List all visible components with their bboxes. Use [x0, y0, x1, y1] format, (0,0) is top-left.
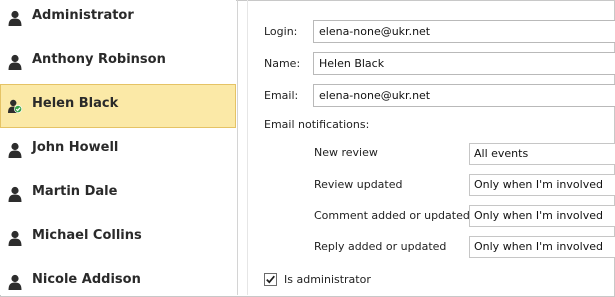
email-field[interactable] [313, 84, 615, 107]
is-administrator-label: Is administrator [284, 273, 371, 286]
email-label: Email: [264, 89, 299, 102]
notification-label-reply-added: Reply added or updated [314, 240, 447, 253]
is-administrator-checkbox[interactable] [264, 273, 277, 286]
user-list: Administrator Anthony Robinson Helen Bla… [0, 0, 236, 295]
notification-label-new-review: New review [314, 146, 378, 159]
user-icon [8, 186, 22, 202]
panel-divider [237, 0, 238, 295]
user-name: Administrator [32, 8, 134, 23]
user-list-item-helen-black[interactable]: Helen Black [0, 84, 236, 128]
user-check-icon [8, 99, 22, 114]
user-name: Anthony Robinson [32, 52, 166, 67]
notification-label-review-updated: Review updated [314, 178, 403, 191]
notification-select-comment-added[interactable]: Only when I'm involved [469, 205, 615, 227]
user-list-item-john-howell[interactable]: John Howell [0, 128, 236, 172]
user-name: Michael Collins [32, 228, 142, 243]
user-name: Helen Black [32, 96, 119, 111]
user-icon [8, 142, 22, 158]
login-field[interactable] [313, 20, 615, 43]
user-name: Martin Dale [32, 184, 118, 199]
user-icon [8, 230, 22, 246]
notification-select-review-updated[interactable]: Only when I'm involved [469, 174, 615, 196]
user-name: Nicole Addison [32, 272, 141, 287]
splitter[interactable] [247, 0, 248, 295]
user-name: John Howell [32, 140, 119, 155]
user-icon [8, 54, 22, 70]
notification-select-reply-added[interactable]: Only when I'm involved [469, 236, 615, 258]
notification-select-new-review[interactable]: All events [469, 143, 615, 165]
user-list-item-michael-collins[interactable]: Michael Collins [0, 216, 236, 260]
user-icon [8, 274, 22, 290]
name-field[interactable] [313, 52, 615, 75]
user-list-item-anthony-robinson[interactable]: Anthony Robinson [0, 40, 236, 84]
name-label: Name: [264, 57, 301, 70]
notification-label-comment-added: Comment added or updated [314, 209, 470, 222]
email-notifications-label: Email notifications: [264, 118, 370, 131]
user-list-item-nicole-addison[interactable]: Nicole Addison [0, 260, 236, 295]
login-label: Login: [264, 25, 298, 38]
user-icon [8, 10, 22, 26]
checkmark-icon [266, 275, 275, 284]
user-list-item-martin-dale[interactable]: Martin Dale [0, 172, 236, 216]
user-list-item-administrator[interactable]: Administrator [0, 0, 236, 40]
